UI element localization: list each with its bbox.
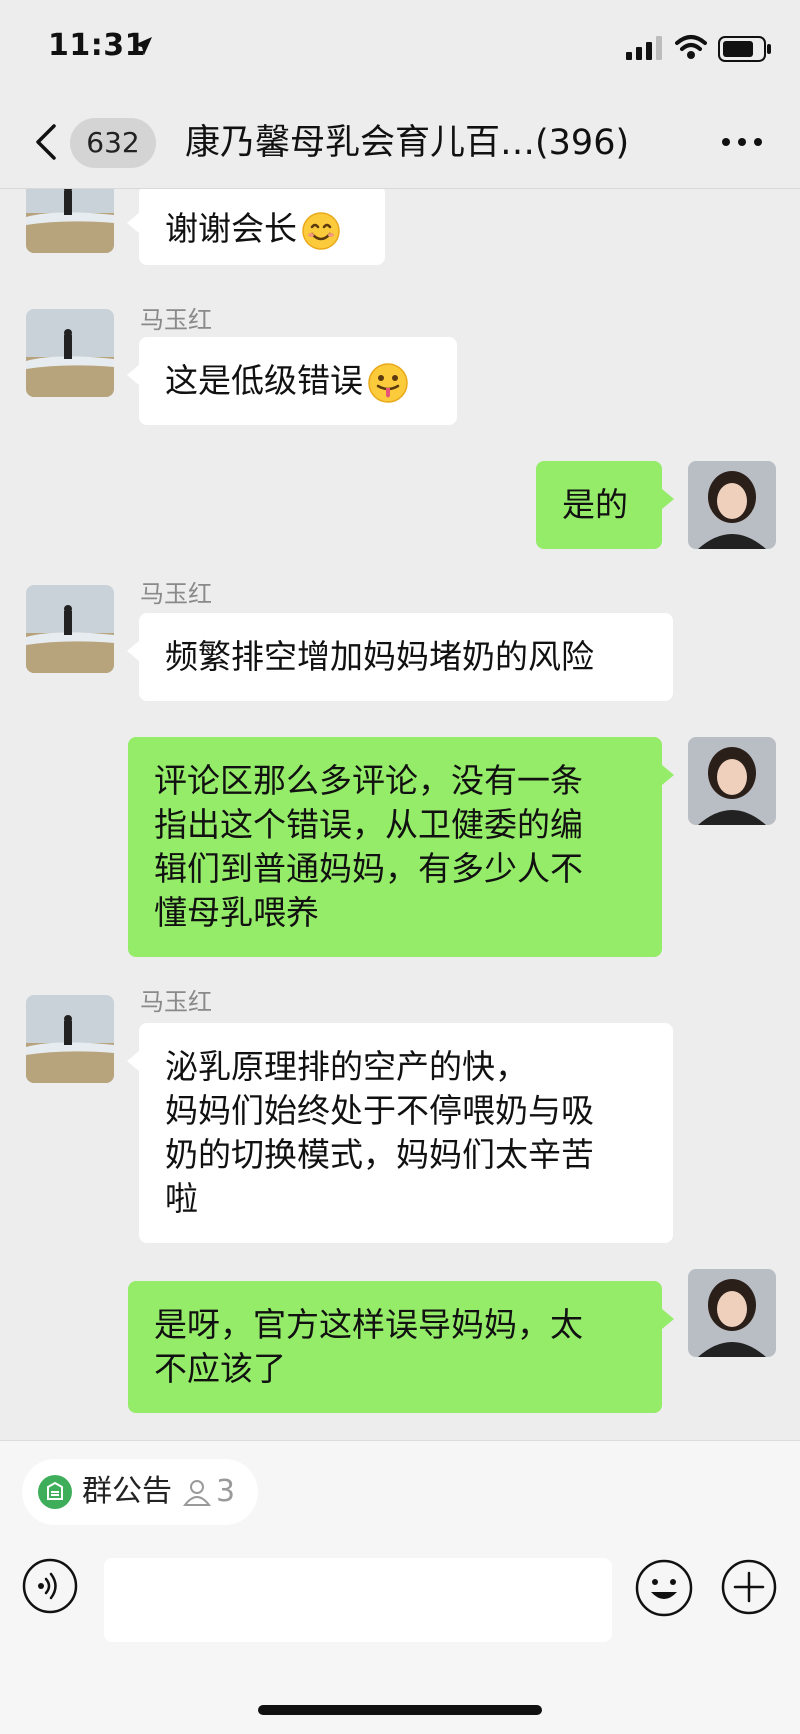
chat-header: 632 康乃馨母乳会育儿百…(396): [0, 100, 800, 189]
sender-avatar[interactable]: [26, 585, 114, 673]
message-bubble[interactable]: 频繁排空增加妈妈堵奶的风险: [127, 613, 673, 701]
message-bubble[interactable]: 评论区那么多评论，没有一条 指出这个错误，从卫健委的编 辑们到普通妈妈，有多少人…: [128, 737, 674, 957]
message-line: 啦: [165, 1179, 198, 1218]
sender-avatar[interactable]: [26, 309, 114, 397]
message-bubble[interactable]: 泌乳原理排的空产的快， 妈妈们始终处于不停喂奶与吸 奶的切换模式，妈妈们太辛苦 …: [127, 1023, 673, 1243]
announcement-count: 3: [216, 1474, 236, 1509]
smiling-face-emoji-icon: [302, 211, 340, 250]
group-announcement-button[interactable]: 群公告 3: [22, 1459, 258, 1525]
more-icon[interactable]: [718, 124, 766, 160]
message-input[interactable]: [104, 1558, 612, 1642]
message-text: 是的: [562, 485, 628, 524]
message-line: 泌乳原理排的空产的快，: [165, 1047, 528, 1086]
sender-name: 马玉红: [140, 306, 212, 334]
face-with-tongue-emoji-icon: [368, 362, 408, 403]
my-avatar[interactable]: [688, 1269, 776, 1357]
voice-icon[interactable]: [22, 1558, 78, 1614]
message-text: 谢谢会长: [165, 209, 297, 248]
emoji-icon[interactable]: [634, 1558, 694, 1618]
announcement-icon: [38, 1475, 72, 1509]
message-text: 频繁排空增加妈妈堵奶的风险: [165, 637, 594, 676]
message-line: 妈妈们始终处于不停喂奶与吸: [165, 1091, 594, 1130]
sender-avatar[interactable]: [26, 189, 114, 253]
message-line: 指出这个错误，从卫健委的编: [154, 805, 583, 844]
message-line: 奶的切换模式，妈妈们太辛苦: [165, 1135, 594, 1174]
signal-icon: [626, 36, 662, 60]
home-indicator: [258, 1705, 542, 1715]
person-icon: [182, 1480, 212, 1506]
back-chevron-icon[interactable]: [32, 120, 62, 164]
message-bubble[interactable]: 是呀，官方这样误导妈妈，太 不应该了: [128, 1281, 674, 1413]
plus-icon[interactable]: [720, 1558, 778, 1616]
location-arrow-icon: [134, 37, 152, 55]
sender-name: 马玉红: [140, 988, 212, 1016]
message-line: 评论区那么多评论，没有一条: [154, 761, 583, 800]
message-text: 这是低级错误: [165, 361, 363, 400]
chat-title[interactable]: 康乃馨母乳会育儿百…(396): [185, 120, 655, 166]
sender-avatar[interactable]: [26, 995, 114, 1083]
battery-icon: [718, 36, 771, 62]
message-list[interactable]: 谢谢会长 马玉红 这是低级错误 是的 马玉红 频繁排空增加妈妈堵奶的风险 评论区…: [0, 189, 800, 1439]
my-avatar[interactable]: [688, 737, 776, 825]
message-bubble[interactable]: 这是低级错误: [127, 337, 457, 425]
my-avatar[interactable]: [688, 461, 776, 549]
message-line: 辑们到普通妈妈，有多少人不: [154, 849, 583, 888]
input-area: 群公告 3: [0, 1440, 800, 1734]
status-bar: 11:31: [0, 0, 800, 100]
message-bubble[interactable]: 谢谢会长: [127, 189, 385, 265]
message-line: 是呀，官方这样误导妈妈，太: [154, 1305, 583, 1344]
announcement-label: 群公告: [82, 1474, 172, 1509]
message-line: 不应该了: [154, 1349, 286, 1388]
message-bubble[interactable]: 是的: [536, 461, 674, 549]
message-line: 懂母乳喂养: [154, 893, 319, 932]
wifi-icon: [675, 35, 707, 59]
sender-name: 马玉红: [140, 580, 212, 608]
unread-count-badge[interactable]: 632: [70, 118, 156, 168]
